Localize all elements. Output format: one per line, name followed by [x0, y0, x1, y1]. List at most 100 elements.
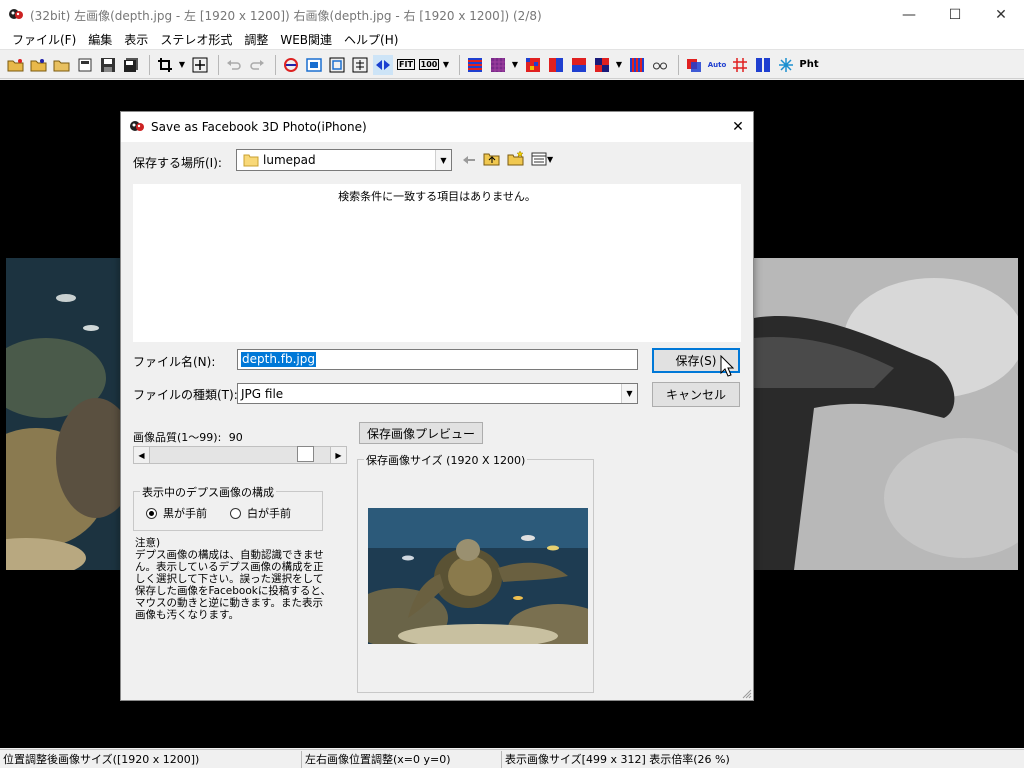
- snowflake-button[interactable]: [776, 55, 796, 75]
- chevron-down-icon: ▼: [178, 60, 186, 69]
- format-checker-button[interactable]: [488, 55, 508, 75]
- save-button[interactable]: [98, 55, 118, 75]
- filename-label: ファイル名(N):: [133, 355, 216, 369]
- slider-left-button[interactable]: ◀: [133, 446, 150, 464]
- menu-stereo-format[interactable]: ステレオ形式: [154, 31, 238, 48]
- chevron-down-icon: ▼: [615, 60, 623, 69]
- format-dropdown-1[interactable]: ▼: [511, 55, 519, 75]
- back-button[interactable]: [461, 152, 477, 168]
- filetype-label: ファイルの種類(T):: [133, 388, 238, 402]
- save-in-value: lumepad: [263, 153, 316, 167]
- preview-size-legend: 保存画像サイズ (1920 X 1200): [364, 452, 528, 468]
- radio-button[interactable]: [230, 507, 241, 519]
- redo-button[interactable]: [247, 55, 267, 75]
- up-folder-button[interactable]: [483, 150, 501, 168]
- format-interlace-button[interactable]: [465, 55, 485, 75]
- close-button[interactable]: ✕: [978, 0, 1024, 30]
- fit-window-button[interactable]: [304, 55, 324, 75]
- menu-view[interactable]: 表示: [118, 31, 154, 48]
- folder-icon: [243, 154, 259, 167]
- preview-group: 保存画像サイズ (1920 X 1200): [357, 452, 594, 693]
- chevron-down-icon[interactable]: ▼: [435, 150, 451, 170]
- menu-adjust[interactable]: 調整: [238, 31, 274, 48]
- grid-button[interactable]: [730, 55, 750, 75]
- chevron-down-icon: ▼: [511, 60, 519, 69]
- anaglyph-button[interactable]: [684, 55, 704, 75]
- view-menu-button[interactable]: ▼: [531, 150, 555, 168]
- minimize-button[interactable]: —: [886, 0, 932, 30]
- format-over-under-button[interactable]: [569, 55, 589, 75]
- zoom-100-button[interactable]: 100: [418, 55, 440, 75]
- menu-file[interactable]: ファイル(F): [6, 31, 82, 48]
- menu-edit[interactable]: 編集: [82, 31, 118, 48]
- format-side-by-side-button[interactable]: [546, 55, 566, 75]
- slider-right-button[interactable]: ▶: [330, 446, 347, 464]
- format-quad-button[interactable]: [592, 55, 612, 75]
- note-text-block: 注意) デプス画像の構成は、自動認識できません。表示しているデプス画像の構成を正…: [135, 537, 331, 621]
- save-in-label: 保存する場所(I):: [133, 156, 222, 170]
- interlace-icon: [468, 57, 482, 72]
- zoom-dropdown[interactable]: ▼: [442, 55, 450, 75]
- dialog-close-button[interactable]: ✕: [723, 112, 753, 142]
- chevron-down-icon[interactable]: ▼: [621, 384, 637, 403]
- slider-thumb[interactable]: [296, 446, 314, 462]
- radio-white-front[interactable]: 白が手前: [230, 505, 291, 521]
- photo-button[interactable]: Pht: [799, 55, 819, 75]
- split-button[interactable]: [753, 55, 773, 75]
- status-adjusted-size: 位置調整後画像サイズ([1920 x 1200]): [0, 750, 302, 768]
- save-in-combo[interactable]: lumepad ▼: [236, 149, 452, 171]
- document-icon: [78, 58, 92, 71]
- menu-web[interactable]: WEB関連: [274, 31, 338, 48]
- up-folder-icon: [483, 153, 500, 166]
- quality-slider[interactable]: ◀ ▶: [133, 446, 347, 464]
- format-column-button[interactable]: [627, 55, 647, 75]
- auto-adjust-label: Auto: [707, 60, 727, 69]
- toolbar-separator: [459, 54, 460, 75]
- save-all-button[interactable]: [121, 55, 141, 75]
- move-button[interactable]: [190, 55, 210, 75]
- fit-button[interactable]: FIT: [396, 55, 416, 75]
- empty-list-message: 検索条件に一致する項目はありません。: [338, 190, 536, 203]
- new-folder-button[interactable]: [507, 150, 525, 168]
- mosaic-icon: [526, 57, 540, 72]
- maximize-button[interactable]: ☐: [932, 0, 978, 30]
- undo-button[interactable]: [224, 55, 244, 75]
- cancel-button[interactable]: キャンセル: [652, 382, 740, 407]
- radio-button[interactable]: [146, 507, 157, 519]
- frame-button[interactable]: [327, 55, 347, 75]
- file-list[interactable]: 検索条件に一致する項目はありません。: [133, 184, 741, 342]
- center-button[interactable]: [350, 55, 370, 75]
- preview-image: [368, 508, 588, 644]
- open-image-button[interactable]: [75, 55, 95, 75]
- open-stereo-button[interactable]: [29, 55, 49, 75]
- mouse-cursor-icon: [720, 355, 734, 377]
- menu-help[interactable]: ヘルプ(H): [338, 31, 404, 48]
- preview-button[interactable]: 保存画像プレビュー: [359, 422, 483, 444]
- window-fit-icon: [306, 57, 322, 72]
- open-recent-button[interactable]: [52, 55, 72, 75]
- filetype-combo[interactable]: JPG file ▼: [237, 383, 638, 404]
- glasses-button[interactable]: [650, 55, 670, 75]
- dialog-titlebar: Save as Facebook 3D Photo(iPhone) ✕: [121, 112, 753, 142]
- filename-input[interactable]: depth.fb.jpg: [237, 349, 638, 370]
- crop-button[interactable]: [155, 55, 175, 75]
- radio-black-front[interactable]: 黒が手前: [146, 505, 207, 521]
- chevron-left-icon: ◀: [138, 450, 145, 460]
- app-logo-icon: [130, 121, 144, 131]
- auto-adjust-button[interactable]: Auto: [707, 55, 727, 75]
- chevron-right-icon: ▶: [335, 450, 342, 460]
- swap-lr-button[interactable]: [281, 55, 301, 75]
- align-arrows-icon: [376, 59, 390, 70]
- status-display-size: 表示画像サイズ[499 x 312] 表示倍率(26 %): [505, 752, 730, 766]
- align-button[interactable]: [373, 54, 393, 75]
- resize-grip-icon[interactable]: [742, 689, 752, 699]
- open-folder-button[interactable]: [6, 55, 26, 75]
- depth-map-photo: [754, 258, 1018, 570]
- chevron-down-icon: ▼: [547, 154, 554, 164]
- format-mosaic-button[interactable]: [523, 55, 543, 75]
- crop-dropdown[interactable]: ▼: [178, 55, 186, 75]
- format-dropdown-2[interactable]: ▼: [615, 55, 623, 75]
- split-bars-icon: [756, 57, 770, 72]
- minimize-icon: —: [902, 7, 916, 23]
- save-icon: [101, 57, 115, 72]
